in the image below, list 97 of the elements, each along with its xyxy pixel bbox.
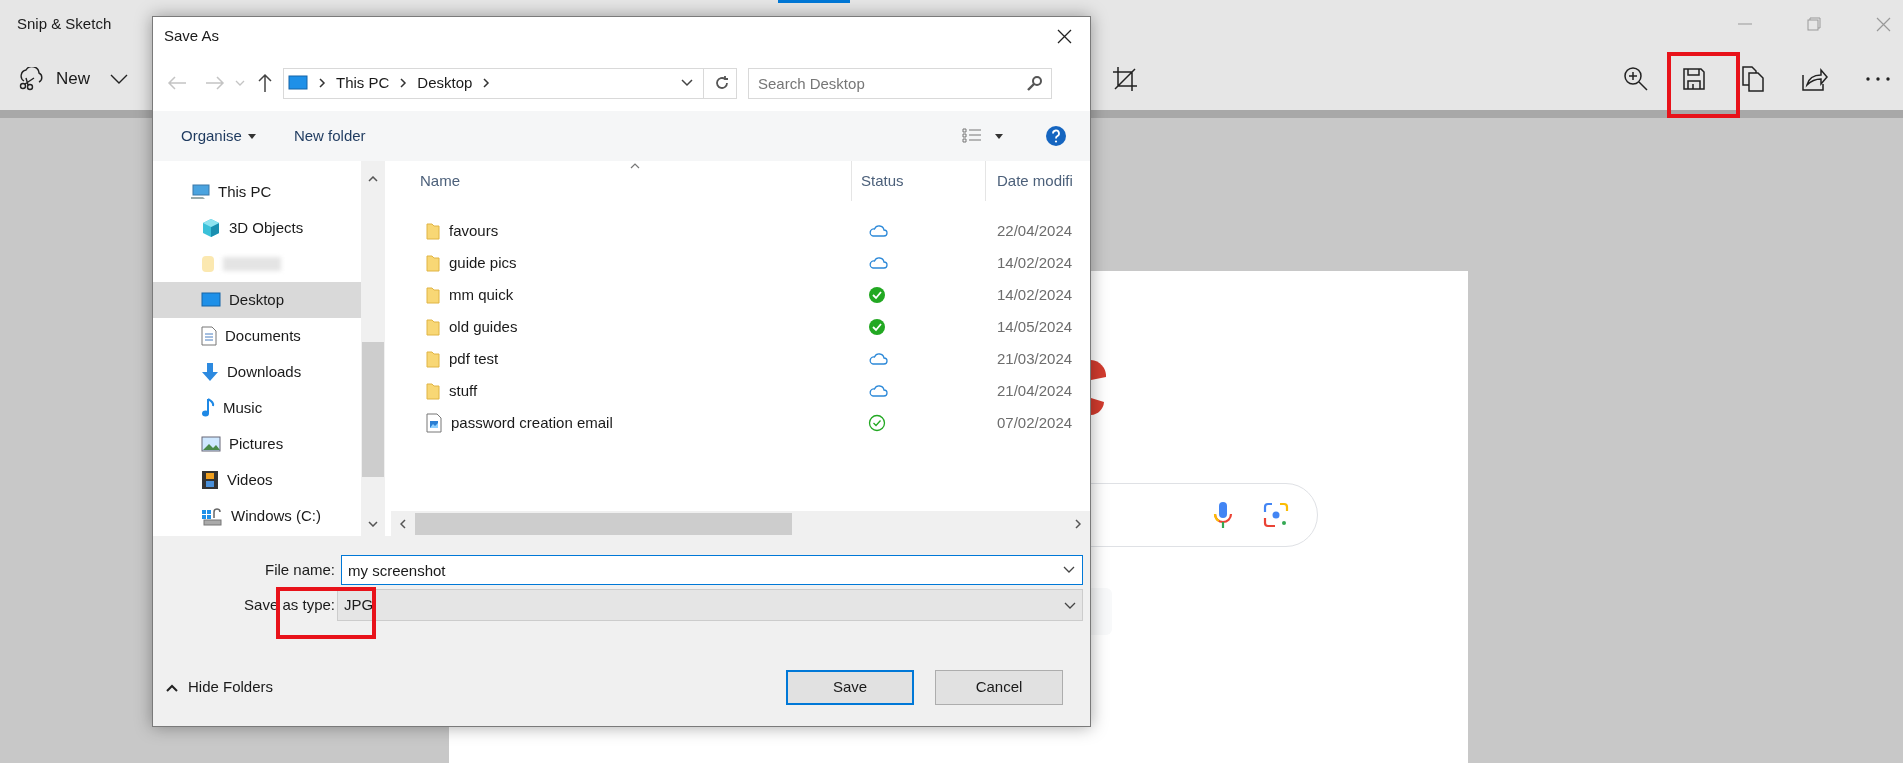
- navigation-item[interactable]: Desktop: [153, 282, 361, 318]
- toolbar-command[interactable]: Organise: [181, 124, 256, 148]
- more-options-icon[interactable]: [1866, 77, 1890, 81]
- up-arrow-icon[interactable]: [257, 73, 273, 93]
- date-modified: 22/04/2024: [997, 221, 1073, 239]
- vertical-scrollbar[interactable]: [361, 161, 385, 536]
- scroll-up-icon[interactable]: [368, 176, 378, 182]
- landscape-picture-icon: [201, 436, 221, 452]
- chevron-down-icon[interactable]: [110, 74, 128, 84]
- computer-icon: [190, 184, 210, 200]
- folder-icon: [426, 382, 440, 400]
- chevron-right-icon: [318, 77, 326, 89]
- dialog-button[interactable]: Save: [786, 670, 914, 705]
- chevron-down-icon[interactable]: [681, 79, 693, 87]
- file-name[interactable]: mm quick: [449, 283, 514, 307]
- music-note-icon: [201, 398, 215, 418]
- dropdown-caret-icon[interactable]: [995, 133, 1003, 139]
- breadcrumb[interactable]: Desktop: [417, 71, 473, 95]
- date-modified: 21/03/2024: [997, 349, 1073, 367]
- crop-icon[interactable]: [1112, 66, 1138, 92]
- scrollbar-thumb[interactable]: [362, 342, 384, 477]
- snip-overlay-bar: [778, 0, 850, 3]
- chevron-down-icon: [1064, 601, 1076, 609]
- date-modified: 14/02/2024: [997, 285, 1073, 303]
- blurred-label: [223, 257, 281, 271]
- scroll-left-icon[interactable]: [400, 518, 406, 529]
- search-field[interactable]: Search Desktop: [748, 67, 1052, 99]
- refresh-icon[interactable]: [714, 75, 730, 91]
- search-icon: [1027, 74, 1043, 91]
- navigation-item[interactable]: Videos: [153, 462, 361, 498]
- breadcrumb[interactable]: This PC: [336, 71, 390, 95]
- navigation-item[interactable]: This PC: [153, 174, 361, 210]
- file-name[interactable]: guide pics: [449, 251, 517, 275]
- date-modified: 07/02/2024: [997, 413, 1073, 431]
- dialog-button[interactable]: Cancel: [935, 670, 1063, 705]
- file-name-field[interactable]: my screenshot: [341, 555, 1083, 585]
- navigation-item[interactable]: Windows (C:): [153, 498, 361, 534]
- date-modified: 21/04/2024: [997, 381, 1073, 399]
- chevron-down-icon[interactable]: [1063, 566, 1075, 573]
- column-header[interactable]: Status: [852, 161, 986, 201]
- navigation-item[interactable]: Downloads: [153, 354, 361, 390]
- scrollbar-thumb[interactable]: [415, 512, 792, 535]
- share-icon[interactable]: [1802, 67, 1828, 91]
- file-name[interactable]: old guides: [449, 315, 518, 339]
- date-modified: 14/05/2024: [997, 317, 1073, 335]
- folder-icon: [426, 222, 440, 240]
- camera-lens-icon[interactable]: [1263, 502, 1289, 528]
- dropdown-caret-icon: [247, 133, 256, 139]
- chevron-right-icon: [399, 77, 408, 89]
- hide-folders-toggle[interactable]: Hide Folders: [166, 676, 274, 699]
- save-icon[interactable]: [1683, 68, 1705, 90]
- logo-fragment-drawing: [1091, 360, 1106, 415]
- scroll-down-icon[interactable]: [368, 521, 378, 527]
- column-header[interactable]: Date modifi: [986, 161, 1090, 201]
- chevron-right-icon: [482, 77, 491, 89]
- view-options-icon[interactable]: [962, 128, 982, 144]
- scroll-right-icon[interactable]: [1075, 518, 1081, 529]
- file-type-dropdown[interactable]: JPG: [337, 589, 1083, 621]
- file-name[interactable]: password creation email: [451, 411, 613, 435]
- monitor-icon: [201, 292, 221, 308]
- navigation-item[interactable]: 3D Objects: [153, 210, 361, 246]
- close-icon[interactable]: [1057, 28, 1072, 44]
- film-strip-icon: [201, 470, 219, 490]
- blurred-folder-icon: [201, 254, 215, 274]
- monitor-icon: [288, 75, 308, 91]
- help-icon[interactable]: [1045, 125, 1067, 147]
- chevron-up-icon: [166, 683, 178, 692]
- navigation-item[interactable]: Pictures: [153, 426, 361, 462]
- sort-caret-icon: [630, 163, 640, 169]
- navigation-item[interactable]: Documents: [153, 318, 361, 354]
- document-icon: [201, 326, 217, 346]
- file-name[interactable]: favours: [449, 219, 499, 243]
- address-bar[interactable]: This PC Desktop: [283, 67, 737, 99]
- folder-icon: [426, 318, 440, 336]
- field-label: Save as type:: [243, 594, 335, 615]
- folder-icon: [426, 254, 440, 272]
- new-snip-button[interactable]: New: [18, 66, 90, 92]
- copy-icon[interactable]: [1742, 66, 1764, 92]
- toolbar-command[interactable]: New folder: [293, 124, 366, 148]
- folder-icon: [426, 286, 440, 304]
- folder-icon: [426, 350, 440, 368]
- cube-icon: [201, 218, 221, 238]
- app-title: Snip & Sketch: [17, 13, 112, 34]
- column-header[interactable]: Name: [391, 161, 852, 201]
- dialog-title: Save As: [164, 25, 220, 46]
- microphone-icon[interactable]: [1213, 501, 1233, 529]
- zoom-in-icon[interactable]: [1623, 66, 1649, 92]
- down-arrow-icon: [201, 362, 219, 382]
- file-name[interactable]: pdf test: [449, 347, 499, 371]
- navigation-item[interactable]: Music: [153, 390, 361, 426]
- date-modified: 14/02/2024: [997, 253, 1073, 271]
- file-name[interactable]: stuff: [449, 379, 478, 403]
- drive-icon: [201, 506, 223, 526]
- scissors-cloud-icon: [18, 67, 44, 91]
- image-file-icon: [426, 413, 442, 433]
- horizontal-scrollbar[interactable]: [391, 511, 1090, 536]
- field-label: File name:: [263, 559, 335, 580]
